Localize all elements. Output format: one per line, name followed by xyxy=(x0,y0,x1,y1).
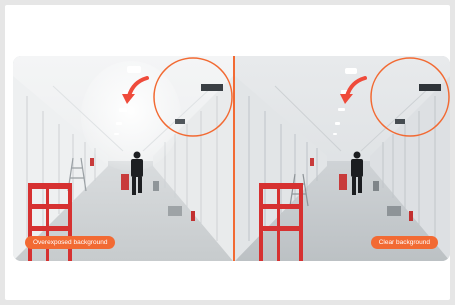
overexposed-label: Overexposed background xyxy=(25,236,116,249)
warehouse-scene-clear xyxy=(235,56,450,261)
overexposed-panel: Overexposed background xyxy=(13,56,233,261)
clear-label: Clear background xyxy=(370,236,438,249)
warehouse-scene-overexposed xyxy=(13,56,233,261)
comparison-image: Overexposed background Clear background xyxy=(13,56,450,261)
clear-panel: Clear background xyxy=(235,56,450,261)
